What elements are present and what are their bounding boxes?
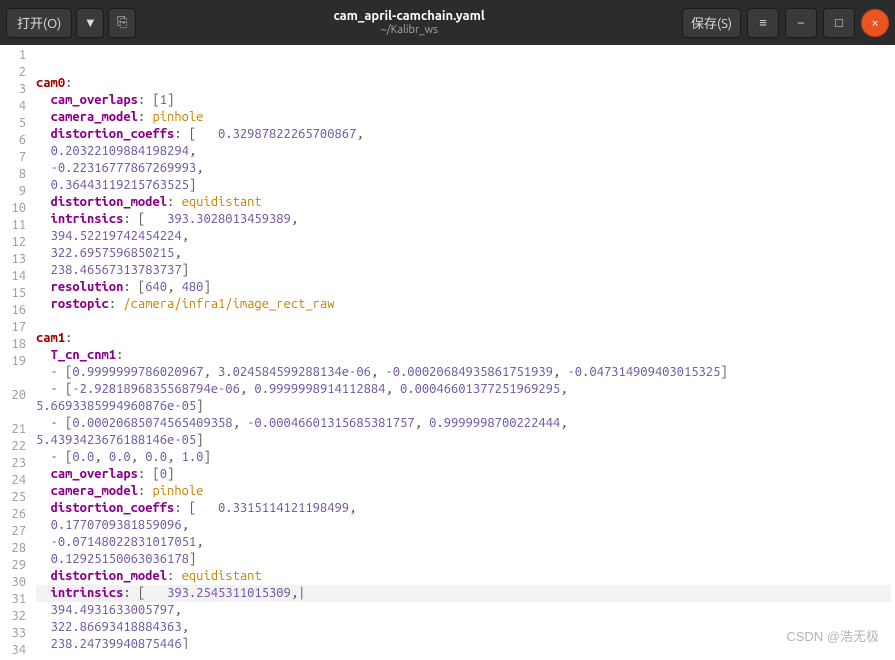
code-line[interactable]: 322.86693418884363, (36, 619, 891, 636)
code-line[interactable]: cam_overlaps: [0] (36, 466, 891, 483)
line-number: 4 (0, 98, 26, 115)
line-number: 16 (0, 302, 26, 319)
code-line[interactable]: cam0: (36, 75, 891, 92)
code-line[interactable]: camera_model: pinhole (36, 483, 891, 500)
code-line[interactable]: 0.1770709381859096, (36, 517, 891, 534)
line-number: 13 (0, 251, 26, 268)
minimize-button[interactable]: – (785, 8, 817, 38)
watermark: CSDN @浩无极 (786, 626, 879, 645)
line-number: 19 (0, 353, 26, 370)
filename: cam_april-camchain.yaml (136, 9, 682, 23)
code-line[interactable]: 394.52219742454224, (36, 228, 891, 245)
line-gutter: 1234567891011121314151617181920212223242… (0, 45, 32, 649)
line-number: 1 (0, 47, 26, 64)
line-number: 33 (0, 625, 26, 642)
code-line[interactable]: - [-2.9281896835568794e-06, 0.9999998914… (36, 381, 891, 398)
code-line[interactable]: 0.36443119215763525] (36, 177, 891, 194)
code-line[interactable]: 238.24739940875446] (36, 636, 891, 649)
line-number: 6 (0, 132, 26, 149)
line-number: 28 (0, 540, 26, 557)
line-number: 14 (0, 268, 26, 285)
code-line[interactable]: resolution: [640, 480] (36, 279, 891, 296)
code-line[interactable]: cam1: (36, 330, 891, 347)
titlebar-left: 打开(O) ▼ ⎘ (6, 8, 136, 38)
line-number: 10 (0, 200, 26, 217)
code-line[interactable]: rostopic: /camera/infra1/image_rect_raw (36, 296, 891, 313)
titlebar-right: 保存(S) ≡ – □ × (682, 8, 889, 38)
line-number: 26 (0, 506, 26, 523)
line-number: 22 (0, 438, 26, 455)
code-line[interactable]: intrinsics: [ 393.3028013459389, (36, 211, 891, 228)
line-number: 17 (0, 319, 26, 336)
code-line[interactable]: 322.6957596850215, (36, 245, 891, 262)
line-number: 30 (0, 574, 26, 591)
line-number: 25 (0, 489, 26, 506)
code-line[interactable]: 0.12925150063036178] (36, 551, 891, 568)
menu-button[interactable]: ≡ (747, 8, 779, 38)
line-number: 21 (0, 421, 26, 438)
line-number: 24 (0, 472, 26, 489)
line-number: 5 (0, 115, 26, 132)
code-line[interactable] (36, 313, 891, 330)
code-line[interactable]: - [0.9999999786020967, 3.024584599288134… (36, 364, 891, 381)
code-line[interactable]: cam_overlaps: [1] (36, 92, 891, 109)
title-area: cam_april-camchain.yaml ~/Kalibr_ws (136, 9, 682, 35)
code-line[interactable]: - [0.0, 0.0, 0.0, 1.0] (36, 449, 891, 466)
code-line[interactable]: 5.6693385994960876e-05] (36, 398, 891, 415)
code-line[interactable]: distortion_model: equidistant (36, 568, 891, 585)
code-line[interactable]: camera_model: pinhole (36, 109, 891, 126)
line-number: 23 (0, 455, 26, 472)
code-line[interactable]: T_cn_cnm1: (36, 347, 891, 364)
close-button[interactable]: × (861, 9, 889, 37)
open-dropdown[interactable]: ▼ (76, 8, 104, 38)
line-number: 27 (0, 523, 26, 540)
line-number: 3 (0, 81, 26, 98)
titlebar: 打开(O) ▼ ⎘ cam_april-camchain.yaml ~/Kali… (0, 0, 895, 45)
filepath: ~/Kalibr_ws (136, 24, 682, 36)
line-number: 29 (0, 557, 26, 574)
line-number: 20 (0, 387, 26, 404)
line-number: 31 (0, 591, 26, 608)
line-number (0, 404, 26, 421)
code-line[interactable]: 0.20322109884198294, (36, 143, 891, 160)
code-line[interactable]: intrinsics: [ 393.2545311015309,| (36, 585, 891, 602)
line-number (0, 370, 26, 387)
code-line[interactable]: distortion_model: equidistant (36, 194, 891, 211)
code-line[interactable]: distortion_coeffs: [ 0.3315114121198499, (36, 500, 891, 517)
line-number: 2 (0, 64, 26, 81)
code-line[interactable]: -0.07148022831017051, (36, 534, 891, 551)
line-number: 34 (0, 642, 26, 659)
line-number: 11 (0, 217, 26, 234)
line-number: 12 (0, 234, 26, 251)
code-line[interactable]: - [0.00020685074565409358, -0.0004660131… (36, 415, 891, 432)
code-line[interactable]: -0.22316777867269993, (36, 160, 891, 177)
line-number: 7 (0, 149, 26, 166)
editor[interactable]: 1234567891011121314151617181920212223242… (0, 45, 895, 649)
save-button[interactable]: 保存(S) (682, 8, 741, 38)
line-number: 18 (0, 336, 26, 353)
line-number: 15 (0, 285, 26, 302)
open-button[interactable]: 打开(O) (6, 8, 72, 38)
code-line[interactable]: 394.4931633005797, (36, 602, 891, 619)
code-line[interactable]: 5.4393423676188146e-05] (36, 432, 891, 449)
code-line[interactable]: 238.46567313783737] (36, 262, 891, 279)
new-tab-button[interactable]: ⎘ (108, 8, 136, 38)
line-number: 8 (0, 166, 26, 183)
code-line[interactable]: distortion_coeffs: [ 0.32987822265700867… (36, 126, 891, 143)
code-area[interactable]: cam0: cam_overlaps: [1] camera_model: pi… (32, 45, 895, 649)
line-number: 32 (0, 608, 26, 625)
maximize-button[interactable]: □ (823, 8, 855, 38)
line-number: 9 (0, 183, 26, 200)
